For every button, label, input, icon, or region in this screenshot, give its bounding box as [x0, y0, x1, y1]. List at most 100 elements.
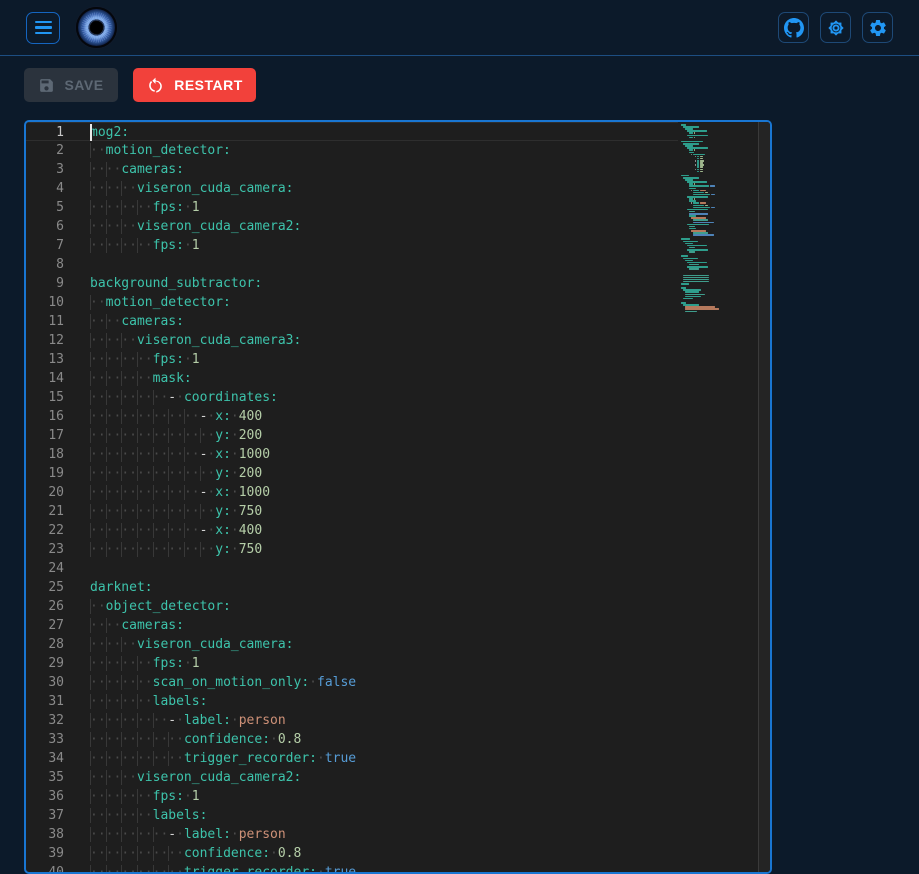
- code-line[interactable]: 17 ················y:·200: [26, 426, 770, 445]
- editor-minimap[interactable]: [678, 122, 758, 872]
- line-number[interactable]: 17: [26, 426, 64, 445]
- code-line[interactable]: 2··motion_detector:: [26, 141, 770, 160]
- code-line[interactable]: 15··········-·coordinates:: [26, 388, 770, 407]
- code-line[interactable]: 37 ········labels:: [26, 806, 770, 825]
- line-number[interactable]: 9: [26, 274, 64, 293]
- code-line[interactable]: 3····cameras:: [26, 160, 770, 179]
- restart-button[interactable]: RESTART: [133, 68, 256, 102]
- line-number[interactable]: 7: [26, 236, 64, 255]
- line-number[interactable]: 10: [26, 293, 64, 312]
- code-line[interactable]: 18··············-·x:·1000: [26, 445, 770, 464]
- code-line[interactable]: 34············trigger_recorder:·true: [26, 749, 770, 768]
- code-line[interactable]: 20··············-·x:·1000: [26, 483, 770, 502]
- line-number[interactable]: 2: [26, 141, 64, 160]
- line-number[interactable]: 35: [26, 768, 64, 787]
- minimap-line: [693, 219, 708, 221]
- line-number[interactable]: 26: [26, 597, 64, 616]
- save-button[interactable]: SAVE: [24, 68, 118, 102]
- line-number[interactable]: 36: [26, 787, 64, 806]
- line-number[interactable]: 30: [26, 673, 64, 692]
- line-number[interactable]: 3: [26, 160, 64, 179]
- code-line[interactable]: 30········scan_on_motion_only:·false: [26, 673, 770, 692]
- code-line[interactable]: 24: [26, 559, 770, 578]
- code-line[interactable]: 22··············-·x:·400: [26, 521, 770, 540]
- line-number[interactable]: 23: [26, 540, 64, 559]
- code-line[interactable]: 28······viseron_cuda_camera:: [26, 635, 770, 654]
- code-line[interactable]: 23················y:·750: [26, 540, 770, 559]
- code-line[interactable]: 5········fps:·1: [26, 198, 770, 217]
- code-line-text: ········labels:: [90, 806, 207, 825]
- minimap-line: [685, 260, 693, 262]
- code-line[interactable]: 33············confidence:·0.8: [26, 730, 770, 749]
- line-number[interactable]: 14: [26, 369, 64, 388]
- code-line[interactable]: 4······viseron_cuda_camera:: [26, 179, 770, 198]
- line-number[interactable]: 20: [26, 483, 64, 502]
- code-line[interactable]: 10··motion_detector:: [26, 293, 770, 312]
- code-line[interactable]: 14 ········mask:: [26, 369, 770, 388]
- line-number[interactable]: 28: [26, 635, 64, 654]
- code-line[interactable]: 26··object_detector:: [26, 597, 770, 616]
- code-line[interactable]: 16··············-·x:·400: [26, 407, 770, 426]
- line-number[interactable]: 18: [26, 445, 64, 464]
- code-line[interactable]: 25darknet:: [26, 578, 770, 597]
- line-number[interactable]: 5: [26, 198, 64, 217]
- code-line[interactable]: 8: [26, 255, 770, 274]
- code-line[interactable]: 32··········-·label:·person: [26, 711, 770, 730]
- line-number[interactable]: 32: [26, 711, 64, 730]
- code-line[interactable]: 21················y:·750: [26, 502, 770, 521]
- config-editor[interactable]: 1mog2:2··motion_detector:3····cameras:4·…: [24, 120, 772, 874]
- editor-scrollbar[interactable]: [758, 122, 772, 872]
- line-number[interactable]: 1: [26, 123, 64, 140]
- line-number[interactable]: 33: [26, 730, 64, 749]
- line-number[interactable]: 19: [26, 464, 64, 483]
- code-line[interactable]: 7········fps:·1: [26, 236, 770, 255]
- menu-button[interactable]: [26, 12, 60, 44]
- code-line[interactable]: 40············trigger_recorder:·true: [26, 863, 770, 874]
- line-number[interactable]: 13: [26, 350, 64, 369]
- code-line[interactable]: 35······viseron_cuda_camera2:: [26, 768, 770, 787]
- line-number[interactable]: 25: [26, 578, 64, 597]
- line-number[interactable]: 4: [26, 179, 64, 198]
- code-line-text: ··········-·label:·person: [90, 825, 286, 844]
- code-line[interactable]: 36········fps:·1: [26, 787, 770, 806]
- code-line[interactable]: 13········fps:·1: [26, 350, 770, 369]
- code-line[interactable]: 29········fps:·1: [26, 654, 770, 673]
- line-number[interactable]: 34: [26, 749, 64, 768]
- code-line-text: ········mask:: [90, 369, 192, 388]
- viseron-eye-logo[interactable]: [76, 7, 117, 48]
- line-number[interactable]: 22: [26, 521, 64, 540]
- code-line[interactable]: 31········labels:: [26, 692, 770, 711]
- settings-button[interactable]: [862, 12, 893, 43]
- theme-brightness-button[interactable]: [820, 12, 851, 43]
- github-button[interactable]: [778, 12, 809, 43]
- line-number[interactable]: 15: [26, 388, 64, 407]
- line-number[interactable]: 29: [26, 654, 64, 673]
- code-line[interactable]: 12······viseron_cuda_camera3:: [26, 331, 770, 350]
- line-number[interactable]: 21: [26, 502, 64, 521]
- line-number[interactable]: 38: [26, 825, 64, 844]
- minimap-line: [683, 275, 709, 277]
- line-number[interactable]: 6: [26, 217, 64, 236]
- line-number[interactable]: 8: [26, 255, 64, 274]
- line-number[interactable]: 40: [26, 863, 64, 874]
- line-number[interactable]: 37: [26, 806, 64, 825]
- minimap-line: [689, 251, 695, 253]
- line-number[interactable]: 31: [26, 692, 64, 711]
- code-line[interactable]: 1mog2:: [26, 122, 770, 141]
- line-number[interactable]: 12: [26, 331, 64, 350]
- code-line[interactable]: 38 ··········-·label:·person: [26, 825, 770, 844]
- line-number[interactable]: 16: [26, 407, 64, 426]
- code-area[interactable]: 1mog2:2··motion_detector:3····cameras:4·…: [26, 122, 770, 874]
- line-number[interactable]: 39: [26, 844, 64, 863]
- line-number[interactable]: 24: [26, 559, 64, 578]
- code-line[interactable]: 6······viseron_cuda_camera2:: [26, 217, 770, 236]
- line-number[interactable]: 27: [26, 616, 64, 635]
- code-line[interactable]: 11····cameras:: [26, 312, 770, 331]
- code-line[interactable]: 27····cameras:: [26, 616, 770, 635]
- minimap-line: [681, 238, 690, 240]
- code-line[interactable]: 39············confidence:·0.8: [26, 844, 770, 863]
- code-line-text: ················y:·200: [90, 426, 262, 445]
- code-line[interactable]: 9background_subtractor:: [26, 274, 770, 293]
- line-number[interactable]: 11: [26, 312, 64, 331]
- code-line[interactable]: 19················y:·200: [26, 464, 770, 483]
